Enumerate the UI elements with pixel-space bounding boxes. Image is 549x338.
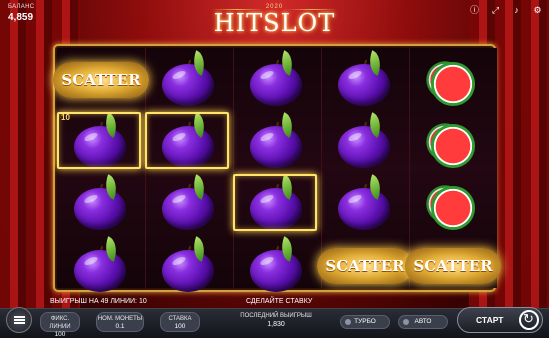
toggle-indicator — [345, 319, 351, 325]
turbo-label: ТУРБО — [354, 318, 376, 325]
menu-button[interactable] — [6, 307, 32, 333]
scatter-symbol: SCATTER — [405, 248, 501, 284]
win-line-number: 10 — [61, 113, 70, 122]
fullscreen-icon[interactable]: ⤢ — [490, 5, 501, 16]
turbo-toggle[interactable]: ТУРБО — [340, 315, 390, 329]
plum-symbol — [233, 112, 321, 173]
scatter-symbol: SCATTER — [53, 62, 149, 98]
bet-prompt: СДЕЛАЙТЕ СТАВКУ — [246, 298, 313, 305]
last-win-value: 1,830 — [267, 321, 285, 328]
start-button[interactable]: СТАРТ — [457, 307, 543, 333]
lines-control[interactable]: ФИКС. ЛИНИИ 100 — [40, 312, 80, 338]
plum-symbol — [321, 50, 409, 111]
bet-label: СТАВКА — [168, 316, 192, 322]
plum-symbol — [321, 112, 409, 173]
bet-value: 100 — [174, 323, 186, 330]
logo-name: HITSLOT — [213, 9, 336, 37]
menu-icon — [14, 316, 25, 324]
plum-symbol — [233, 236, 321, 297]
plum-symbol — [145, 50, 233, 111]
last-win-label: ПОСЛЕДНИЙ ВЫИГРЫШ — [240, 313, 312, 319]
lines-value: 100 — [54, 331, 66, 338]
start-label: СТАРТ — [476, 315, 504, 325]
watermelon-symbol — [409, 174, 497, 235]
scatter-label: SCATTER — [413, 257, 493, 275]
win-info: ВЫИГРЫШ НА 49 ЛИНИИ: 10 — [50, 298, 147, 305]
plum-symbol — [145, 236, 233, 297]
scatter-label: SCATTER — [61, 71, 141, 89]
coin-label: НОМ. МОНЕТЫ — [97, 316, 143, 322]
balance-display: БАЛАНС 4,859 — [8, 4, 34, 23]
game-logo: 2020 HITSLOT — [212, 4, 337, 40]
spin-icon — [519, 310, 539, 330]
watermelon-symbol — [409, 112, 497, 173]
toggle-indicator — [403, 319, 409, 325]
scatter-symbol: SCATTER — [317, 248, 413, 284]
plum-symbol — [57, 174, 145, 235]
plum-symbol — [57, 236, 145, 297]
scatter-label: SCATTER — [325, 257, 405, 275]
settings-icon[interactable]: ⚙ — [532, 5, 543, 16]
watermelon-symbol — [409, 50, 497, 111]
win-highlight — [233, 174, 317, 231]
plum-symbol — [233, 50, 321, 111]
coin-value-control[interactable]: НОМ. МОНЕТЫ 0.1 — [96, 312, 144, 332]
plum-symbol — [145, 174, 233, 235]
coin-value: 0.1 — [115, 323, 125, 330]
top-toolbar: ⓘ ⤢ ♪ ⚙ — [469, 5, 543, 16]
last-win-display: ПОСЛЕДНИЙ ВЫИГРЫШ 1,830 — [236, 313, 316, 328]
auto-label: АВТО — [414, 318, 432, 325]
auto-toggle[interactable]: АВТО — [398, 315, 448, 329]
bet-control[interactable]: СТАВКА 100 — [160, 312, 200, 332]
win-highlight — [145, 112, 229, 169]
balance-value: 4,859 — [8, 12, 34, 23]
plum-symbol — [321, 174, 409, 235]
balance-label: БАЛАНС — [8, 4, 35, 10]
lines-label: ФИКС. ЛИНИИ — [49, 316, 71, 330]
sound-icon[interactable]: ♪ — [511, 5, 522, 16]
info-icon[interactable]: ⓘ — [469, 5, 480, 16]
